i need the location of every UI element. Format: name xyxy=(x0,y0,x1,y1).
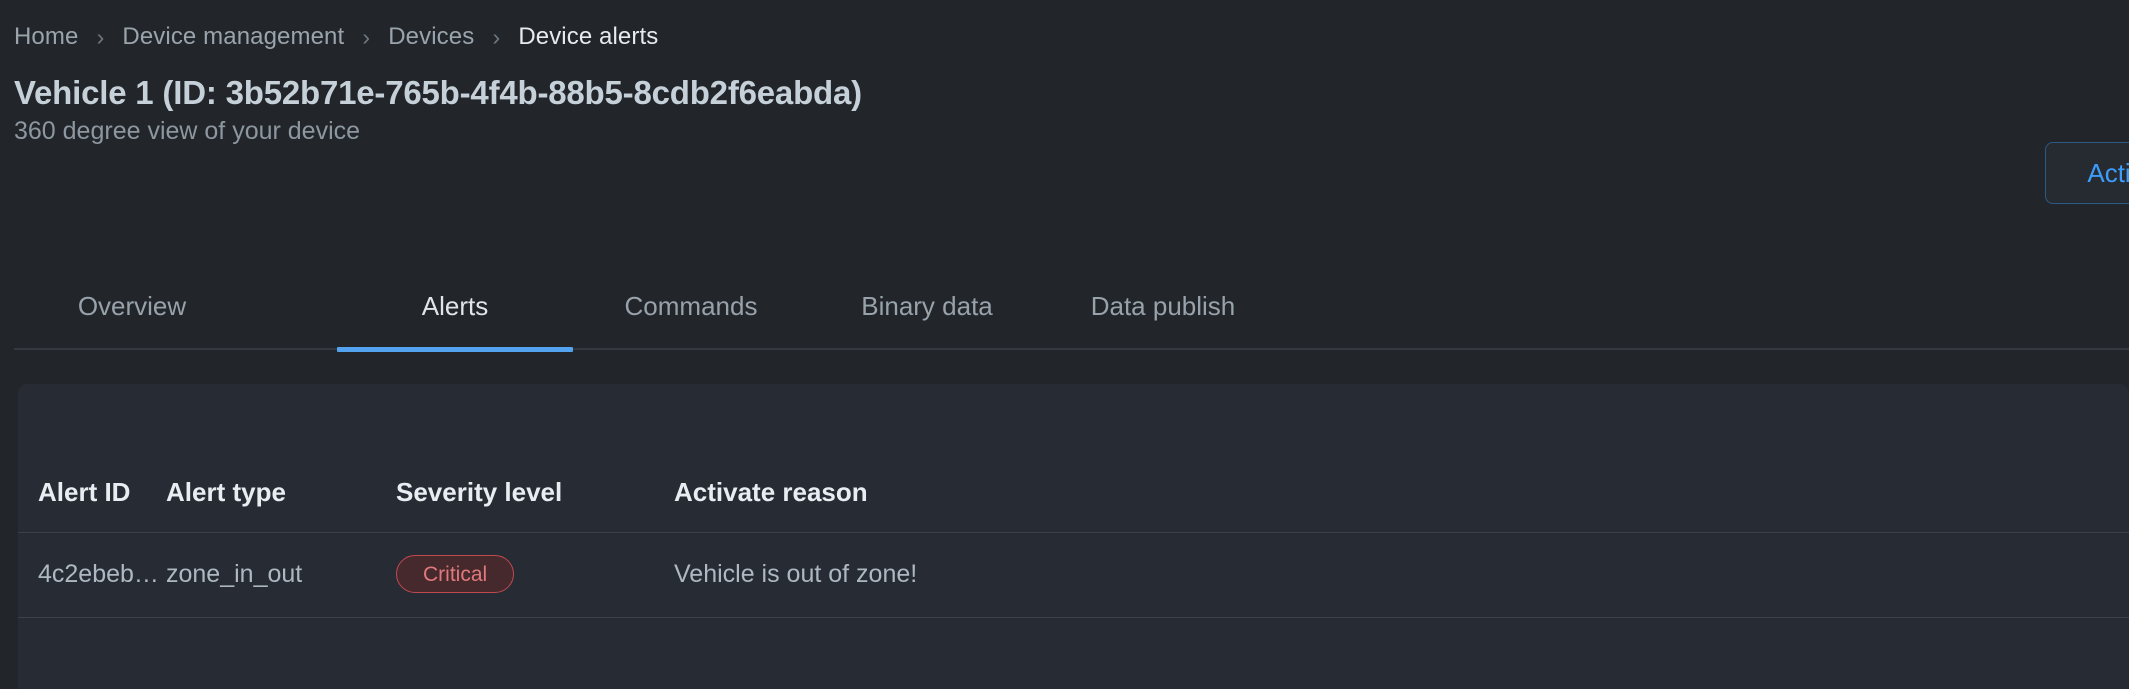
alerts-table-toolbar xyxy=(18,384,2129,454)
tab-data-publish-label: Data publish xyxy=(1090,291,1236,321)
breadcrumb: Home › Device management › Devices › Dev… xyxy=(14,22,658,52)
tab-binary-data[interactable]: Binary data xyxy=(809,262,1045,350)
table-header-row: Alert ID Alert type Severity level Activ… xyxy=(18,454,2129,533)
column-header-activate-reason[interactable]: Activate reason xyxy=(674,454,2129,533)
page-subtitle: 360 degree view of your device xyxy=(14,117,361,145)
tab-overview-label: Overview xyxy=(77,291,187,321)
cell-alert-id: 4c2ebeb… xyxy=(18,532,166,618)
tab-overview[interactable]: Overview xyxy=(14,262,250,350)
tab-alerts[interactable]: Alerts xyxy=(337,262,573,352)
tab-data-publish[interactable]: Data publish xyxy=(1045,262,1281,350)
chevron-right-icon: › xyxy=(96,24,105,50)
actions-button-label: Actions xyxy=(2087,157,2129,188)
tab-alerts-label: Alerts xyxy=(421,291,489,321)
column-header-alert-type[interactable]: Alert type xyxy=(166,454,396,533)
status-badge: Critical xyxy=(396,555,515,593)
breadcrumb-item-home[interactable]: Home xyxy=(14,22,78,52)
table-row[interactable]: 4c2ebeb… zone_in_out Critical Vehicle is… xyxy=(18,532,2129,618)
tab-commands[interactable]: Commands xyxy=(573,262,809,350)
device-alerts-page: Home › Device management › Devices › Dev… xyxy=(0,0,2129,689)
tab-bar: Overview Alerts Commands Binary data Dat… xyxy=(14,262,2129,352)
alerts-table: Alert ID Alert type Severity level Activ… xyxy=(18,454,2129,618)
actions-button[interactable]: Actions xyxy=(2045,142,2129,204)
alerts-table-card: Alert ID Alert type Severity level Activ… xyxy=(18,384,2129,689)
column-header-alert-id[interactable]: Alert ID xyxy=(18,454,166,533)
breadcrumb-item-device-alerts[interactable]: Device alerts xyxy=(518,22,658,52)
alerts-table-head: Alert ID Alert type Severity level Activ… xyxy=(18,454,2129,533)
cell-alert-type: zone_in_out xyxy=(166,532,396,618)
column-header-severity-level[interactable]: Severity level xyxy=(396,454,674,533)
breadcrumb-item-device-management[interactable]: Device management xyxy=(122,22,344,52)
cell-activate-reason: Vehicle is out of zone! xyxy=(674,532,2129,618)
cell-severity: Critical xyxy=(396,532,674,618)
tab-commands-label: Commands xyxy=(624,291,758,321)
breadcrumb-item-devices[interactable]: Devices xyxy=(388,22,474,52)
page-title: Vehicle 1 (ID: 3b52b71e-765b-4f4b-88b5-8… xyxy=(14,74,862,111)
chevron-right-icon: › xyxy=(492,24,501,50)
alerts-table-body: 4c2ebeb… zone_in_out Critical Vehicle is… xyxy=(18,532,2129,618)
chevron-right-icon: › xyxy=(362,24,371,50)
tab-binary-data-label: Binary data xyxy=(861,291,993,321)
